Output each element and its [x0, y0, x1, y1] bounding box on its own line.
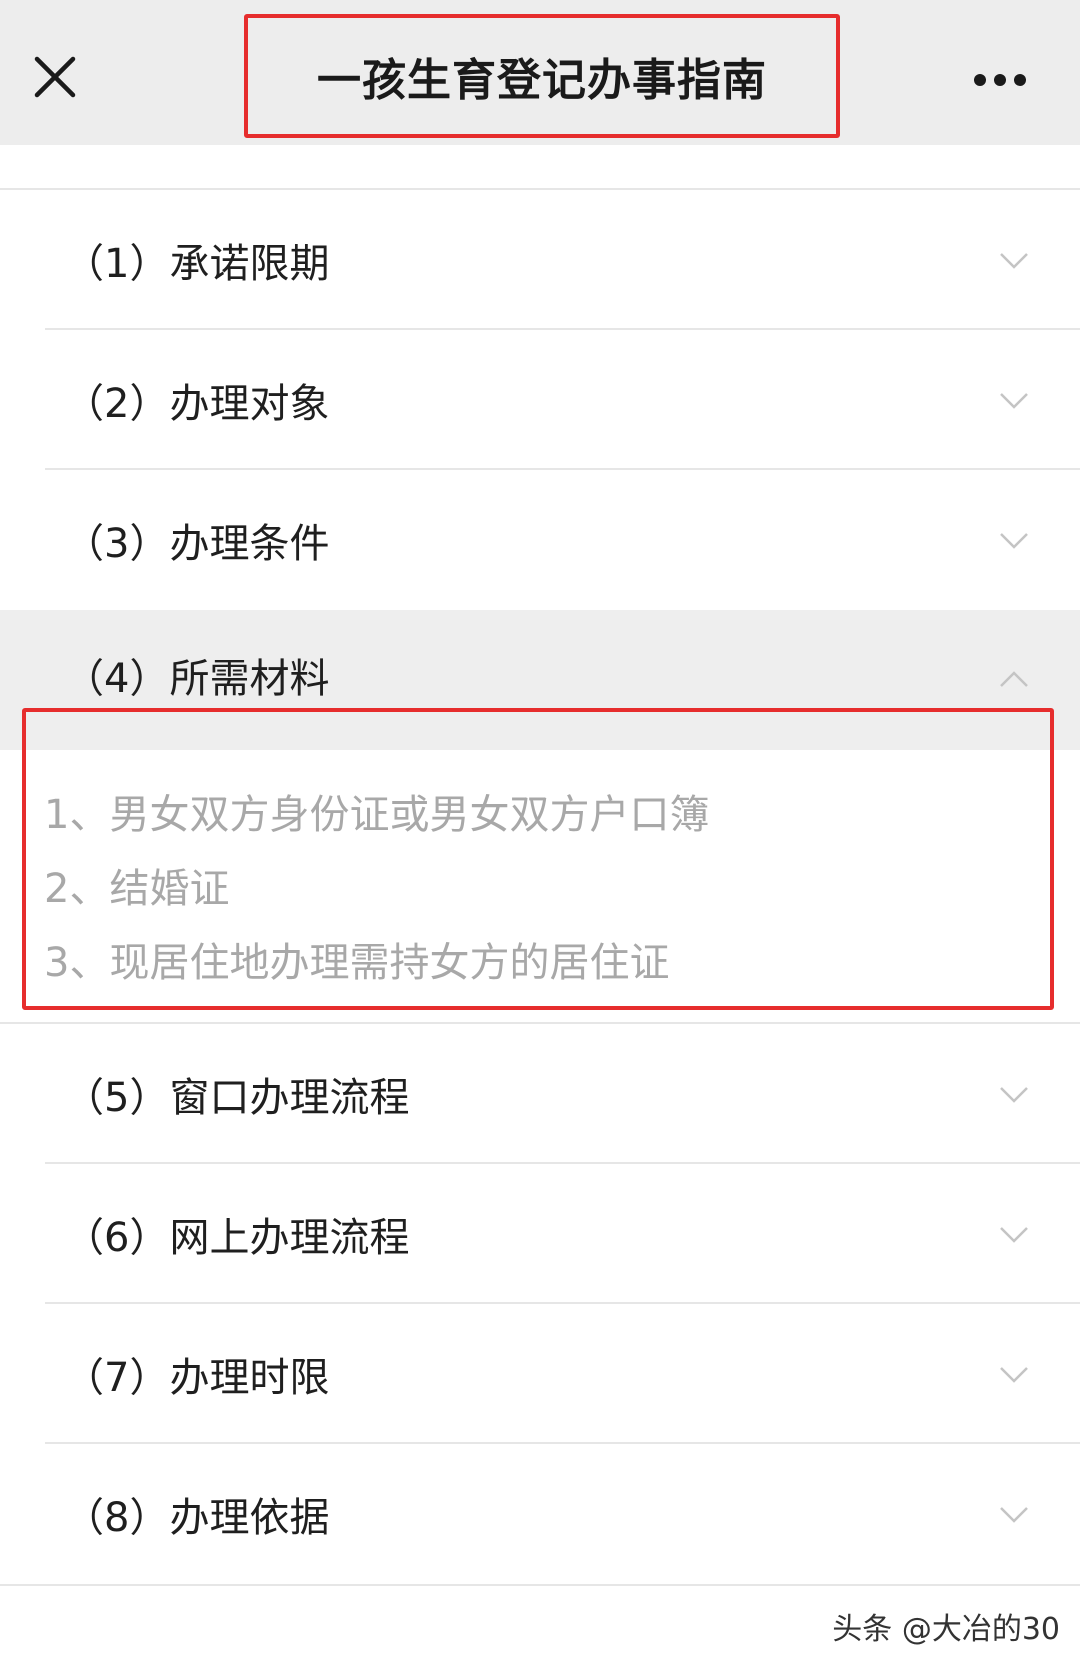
materials-highlight-box	[22, 708, 1054, 1010]
header-separator	[0, 145, 1080, 190]
section-label: （1）承诺限期	[64, 241, 330, 287]
section-applicant[interactable]: （2）办理对象	[0, 330, 1080, 470]
section-legal-basis[interactable]: （8）办理依据	[0, 1444, 1080, 1584]
section-conditions[interactable]: （3）办理条件	[0, 470, 1080, 610]
section-time-limit[interactable]: （7）办理时限	[0, 1304, 1080, 1444]
chevron-down-icon	[1000, 393, 1028, 409]
title-highlight-box: 一孩生育登记办事指南	[244, 14, 840, 138]
chevron-down-icon	[1000, 533, 1028, 549]
more-options-button[interactable]	[968, 60, 1032, 100]
section-label: （3）办理条件	[64, 521, 330, 567]
section-label: （6）网上办理流程	[64, 1215, 410, 1261]
chevron-up-icon	[1000, 671, 1028, 687]
watermark: 头条 @大冶的30	[832, 1612, 1060, 1647]
section-label: （2）办理对象	[64, 381, 330, 427]
chevron-down-icon	[1000, 1227, 1028, 1243]
close-button[interactable]	[28, 50, 82, 104]
chevron-down-icon	[1000, 1087, 1028, 1103]
top-bar: 一孩生育登记办事指南	[0, 0, 1080, 145]
chevron-down-icon	[1000, 1507, 1028, 1523]
more-options-icon	[974, 74, 1026, 86]
chevron-down-icon	[1000, 253, 1028, 269]
section-online-process[interactable]: （6）网上办理流程	[0, 1164, 1080, 1304]
page-title: 一孩生育登记办事指南	[317, 55, 767, 106]
chevron-down-icon	[1000, 1367, 1028, 1383]
section-label: （5）窗口办理流程	[64, 1075, 410, 1121]
section-label: （8）办理依据	[64, 1495, 330, 1541]
close-icon	[34, 56, 76, 98]
section-window-process[interactable]: （5）窗口办理流程	[0, 1024, 1080, 1164]
section-commitment-period[interactable]: （1）承诺限期	[0, 190, 1080, 330]
row-divider	[0, 1584, 1080, 1586]
section-label: （7）办理时限	[64, 1355, 330, 1401]
